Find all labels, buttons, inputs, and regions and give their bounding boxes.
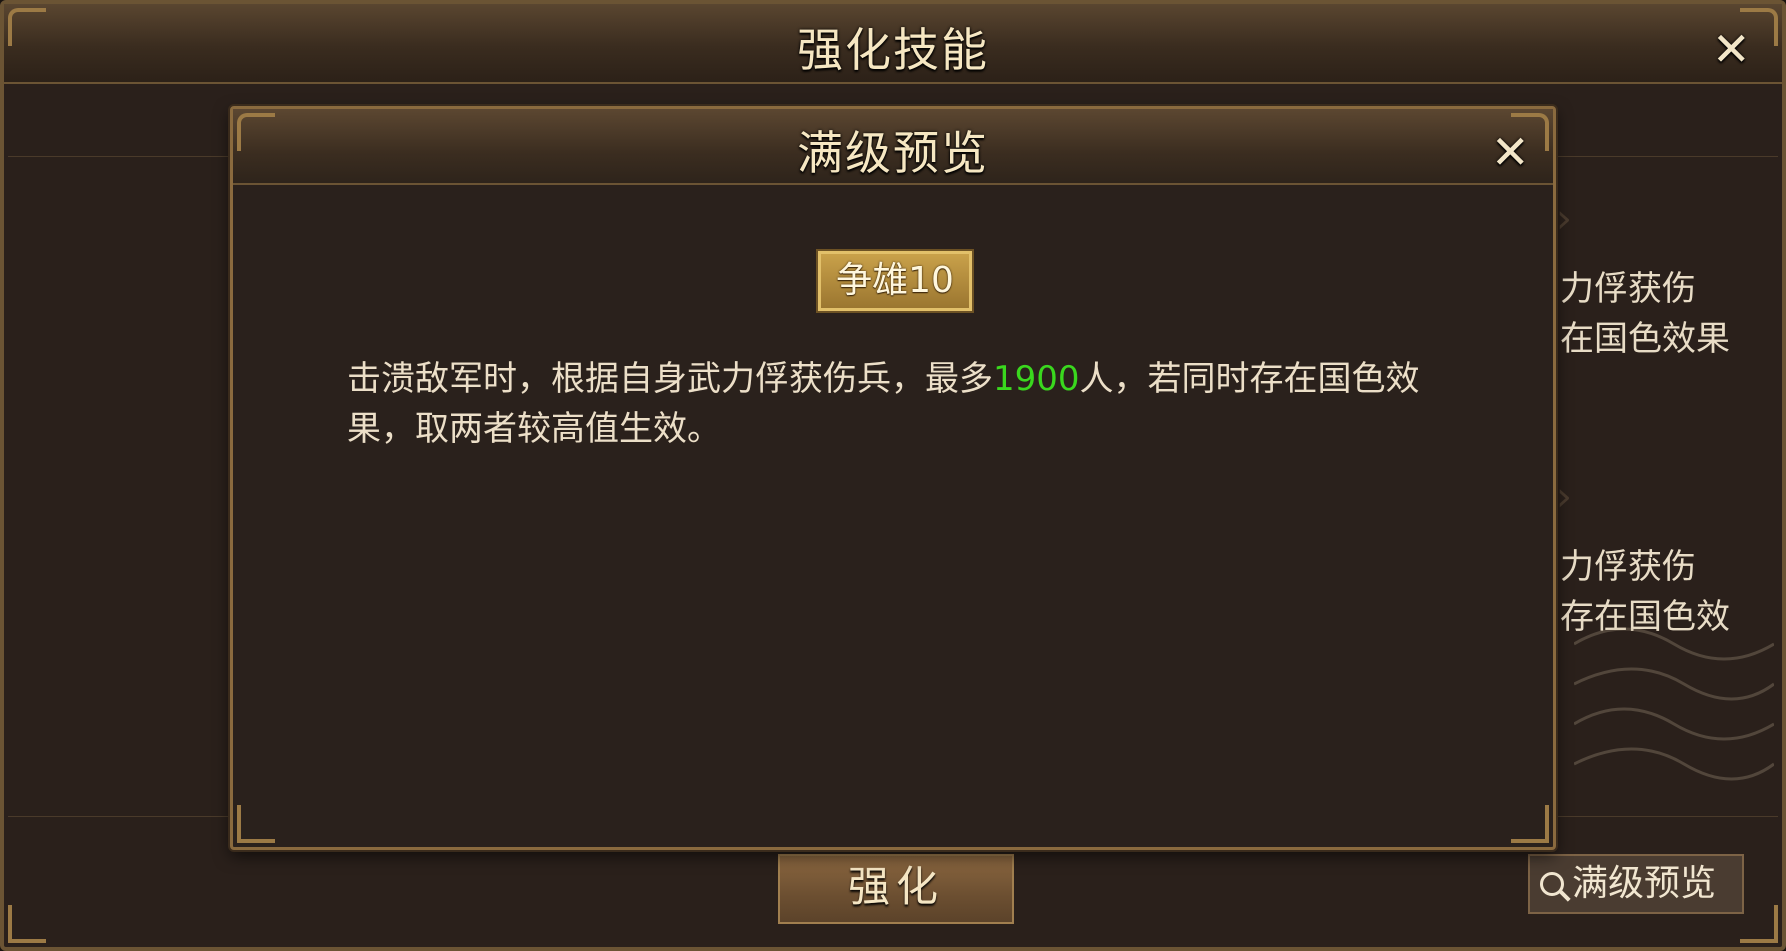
modal-header: 满级预览	[233, 109, 1553, 185]
corner-ornament	[8, 905, 46, 943]
description-text: 击溃敌军时，根据自身武力俘获伤兵，最多	[347, 359, 993, 399]
modal-close-icon[interactable]: ✕	[1491, 129, 1530, 175]
panel-title: 强化技能	[797, 23, 989, 77]
preview-button-label: 满级预览	[1572, 863, 1717, 904]
close-icon[interactable]: ✕	[1712, 26, 1751, 72]
enhance-button[interactable]: 强化	[778, 854, 1014, 924]
corner-ornament	[237, 805, 275, 843]
corner-ornament	[8, 8, 46, 46]
panel-header: 强化技能	[4, 4, 1782, 84]
skill-description: 击溃敌军时，根据自身武力俘获伤兵，最多1900人，若同时存在国色效果，取两者较高…	[347, 354, 1427, 454]
corner-ornament	[1511, 805, 1549, 843]
search-icon	[1540, 872, 1564, 896]
cloud-pattern-decoration	[1574, 627, 1774, 781]
skill-name-badge: 争雄10	[816, 249, 974, 313]
corner-ornament	[1740, 905, 1778, 943]
full-level-preview-modal: 满级预览 ✕ 争雄10 击溃敌军时，根据自身武力俘获伤兵，最多1900人，若同时…	[230, 106, 1556, 850]
max-captured-value: 1900	[993, 359, 1080, 399]
corner-ornament	[237, 113, 275, 151]
full-level-preview-button[interactable]: 满级预览	[1528, 854, 1744, 914]
chevron-right-icon: ›	[1556, 474, 1572, 520]
chevron-right-icon: ›	[1556, 196, 1572, 242]
modal-title: 满级预览	[797, 126, 989, 180]
background-skill-text: 力俘获伤	[1560, 547, 1696, 587]
background-skill-text: 在国色效果	[1560, 319, 1730, 359]
background-skill-text: 力俘获伤	[1560, 269, 1696, 309]
skill-name: 争雄10	[836, 260, 954, 301]
